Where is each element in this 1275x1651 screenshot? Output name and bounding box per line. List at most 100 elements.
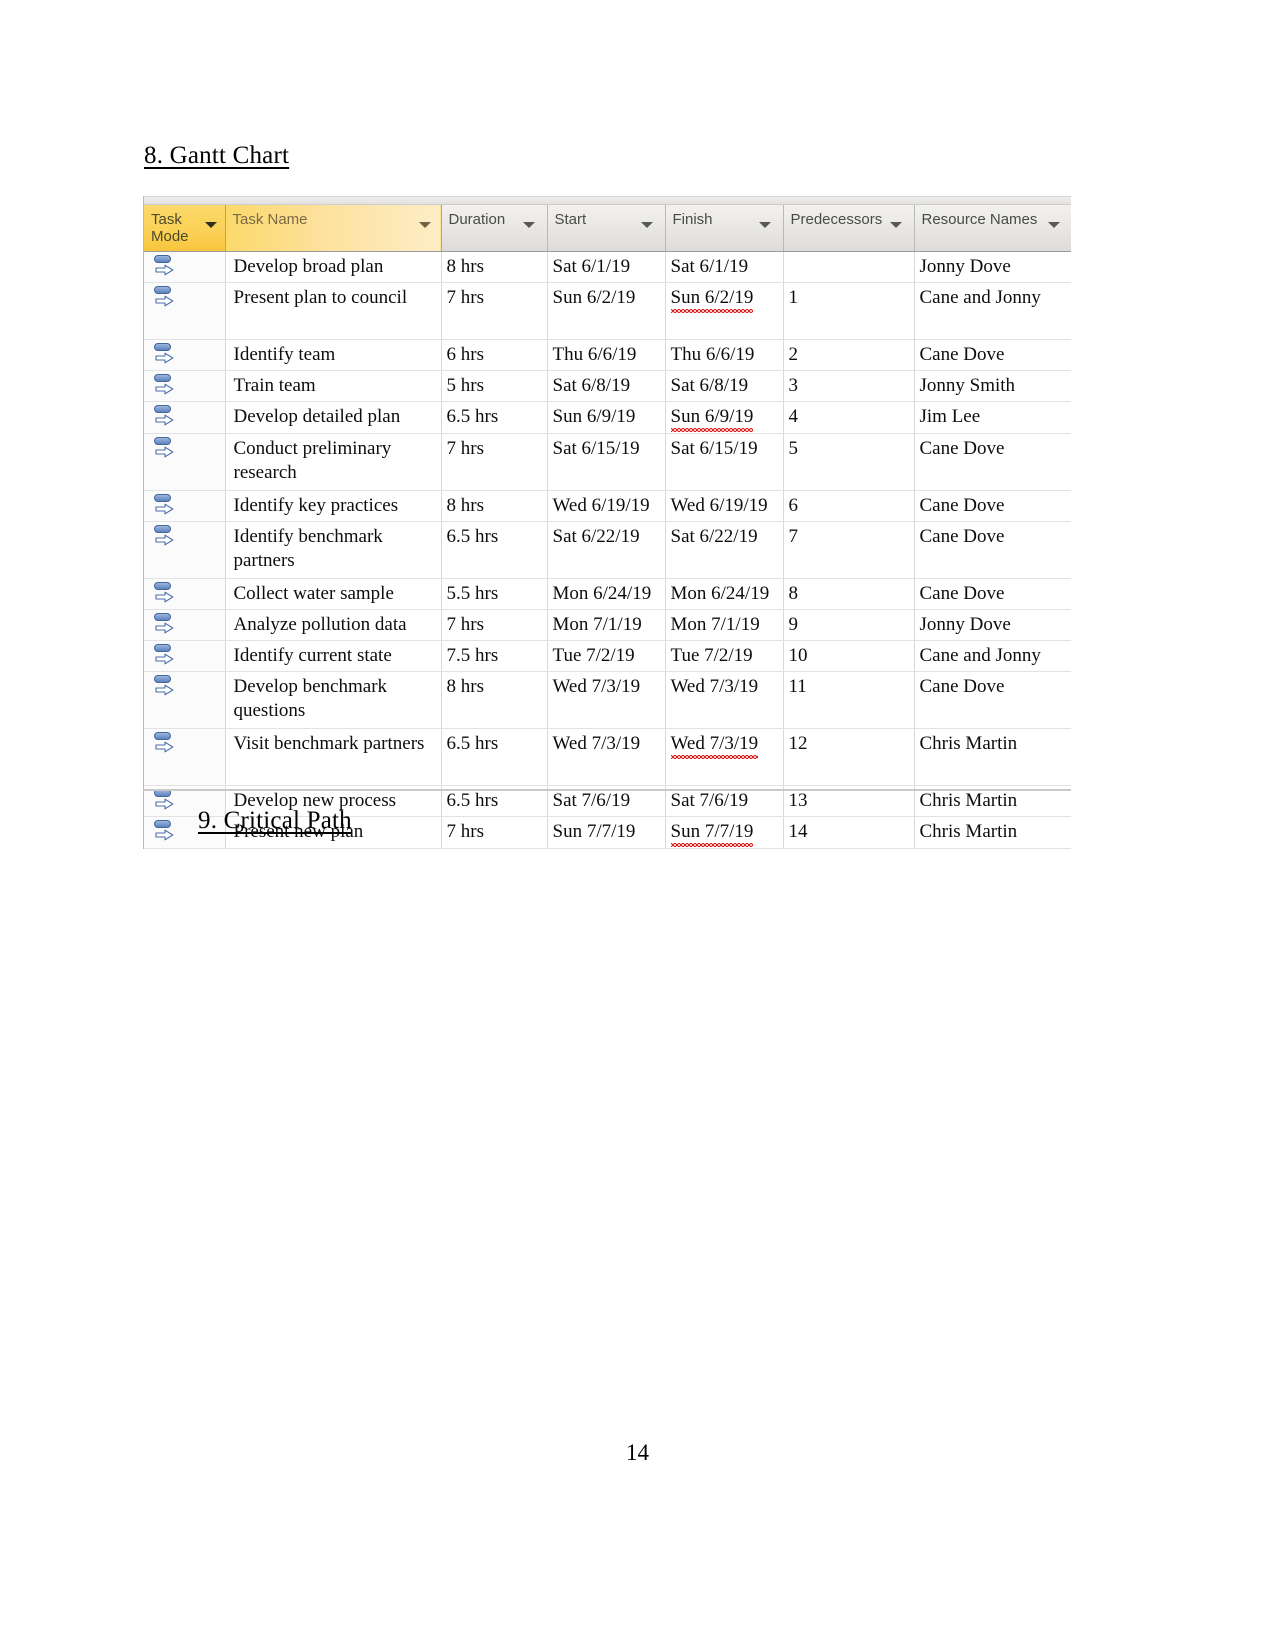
cell-duration[interactable]: 5.5 hrs <box>441 578 548 610</box>
cell-duration[interactable]: 7.5 hrs <box>441 640 548 672</box>
table-row[interactable]: Visit benchmark partners 6.5 hrs Wed 7/3/1… <box>144 728 1071 786</box>
cell-task-mode[interactable] <box>144 728 226 786</box>
cell-duration[interactable]: 7 hrs <box>441 816 548 849</box>
cell-task-name[interactable]: Identify current state <box>225 640 442 672</box>
cell-finish[interactable]: Wed 7/3/19 <box>665 728 784 786</box>
cell-finish[interactable]: Tue 7/2/19 <box>665 640 784 672</box>
cell-task-mode[interactable] <box>144 490 226 522</box>
cell-resource-names[interactable]: Chris Martin <box>914 728 1071 786</box>
table-row[interactable]: Develop broad plan 8 hrs Sat 6/1/19 Sat 6/1… <box>144 251 1071 283</box>
cell-finish[interactable]: Sun 7/7/19 <box>665 816 784 849</box>
cell-finish[interactable]: Thu 6/6/19 <box>665 339 784 371</box>
table-row[interactable]: Identify benchmark partners 6.5 hrs Sat 6/… <box>144 521 1071 579</box>
auto-scheduled-icon[interactable] <box>152 819 178 843</box>
cell-task-mode[interactable] <box>144 433 226 491</box>
cell-duration[interactable]: 8 hrs <box>441 490 548 522</box>
cell-start[interactable]: Wed 7/3/19 <box>547 728 666 786</box>
cell-resource-names[interactable]: Cane Dove <box>914 521 1071 579</box>
cell-resource-names[interactable]: Jonny Smith <box>914 370 1071 402</box>
table-row[interactable]: Identify current state 7.5 hrs Tue 7/2/19 T… <box>144 640 1071 672</box>
cell-start[interactable]: Tue 7/2/19 <box>547 640 666 672</box>
cell-task-mode[interactable] <box>144 521 226 579</box>
cell-predecessors[interactable]: 8 <box>783 578 915 610</box>
cell-task-mode[interactable] <box>144 401 226 434</box>
cell-duration[interactable]: 6 hrs <box>441 339 548 371</box>
cell-resource-names[interactable]: Cane Dove <box>914 671 1071 729</box>
cell-resource-names[interactable]: Cane and Jonny <box>914 640 1071 672</box>
cell-task-name[interactable]: Present plan to council <box>225 282 442 340</box>
chevron-down-icon[interactable] <box>418 222 431 228</box>
cell-start[interactable]: Sun 7/7/19 <box>547 816 666 849</box>
auto-scheduled-icon[interactable] <box>152 373 178 397</box>
cell-start[interactable]: Sat 6/22/19 <box>547 521 666 579</box>
cell-duration[interactable]: 7 hrs <box>441 609 548 641</box>
cell-start[interactable]: Wed 6/19/19 <box>547 490 666 522</box>
cell-finish[interactable]: Sun 6/9/19 <box>665 401 784 434</box>
auto-scheduled-icon[interactable] <box>152 342 178 366</box>
cell-predecessors[interactable]: 2 <box>783 339 915 371</box>
cell-task-name[interactable]: Develop detailed plan <box>225 401 442 434</box>
cell-task-mode[interactable] <box>144 609 226 641</box>
cell-finish[interactable]: Wed 7/3/19 <box>665 671 784 729</box>
cell-predecessors[interactable]: 6 <box>783 490 915 522</box>
cell-predecessors[interactable]: 7 <box>783 521 915 579</box>
cell-task-name[interactable]: Train team <box>225 370 442 402</box>
cell-finish[interactable]: Sat 6/15/19 <box>665 433 784 491</box>
ms-project-task-table[interactable]: Task Mode Task Name Duration Start Finis… <box>143 196 1071 849</box>
cell-resource-names[interactable]: Jonny Dove <box>914 251 1071 283</box>
auto-scheduled-icon[interactable] <box>152 731 178 755</box>
cell-predecessors[interactable]: 10 <box>783 640 915 672</box>
cell-resource-names[interactable]: Cane Dove <box>914 578 1071 610</box>
cell-finish[interactable]: Mon 6/24/19 <box>665 578 784 610</box>
cell-start[interactable]: Sat 6/15/19 <box>547 433 666 491</box>
table-row[interactable]: Present plan to council 7 hrs Sun 6/2/19 Su… <box>144 282 1071 340</box>
cell-predecessors[interactable]: 5 <box>783 433 915 491</box>
cell-predecessors[interactable]: 11 <box>783 671 915 729</box>
cell-task-name[interactable]: Identify team <box>225 339 442 371</box>
cell-finish[interactable]: Mon 7/1/19 <box>665 609 784 641</box>
cell-task-name[interactable]: Identify key practices <box>225 490 442 522</box>
cell-task-name[interactable]: Visit benchmark partners <box>225 728 442 786</box>
cell-duration[interactable]: 5 hrs <box>441 370 548 402</box>
cell-task-name[interactable]: Develop broad plan <box>225 251 442 283</box>
cell-start[interactable]: Sat 6/8/19 <box>547 370 666 402</box>
cell-duration[interactable]: 6.5 hrs <box>441 401 548 434</box>
cell-resource-names[interactable]: Cane Dove <box>914 433 1071 491</box>
cell-predecessors[interactable]: 9 <box>783 609 915 641</box>
cell-predecessors[interactable]: 14 <box>783 816 915 849</box>
auto-scheduled-icon[interactable] <box>152 436 178 460</box>
chevron-down-icon[interactable] <box>640 222 653 228</box>
cell-duration[interactable]: 6.5 hrs <box>441 521 548 579</box>
column-header-finish[interactable]: Finish <box>665 205 784 252</box>
cell-start[interactable]: Sun 6/9/19 <box>547 401 666 434</box>
cell-task-mode[interactable] <box>144 370 226 402</box>
chevron-down-icon[interactable] <box>522 222 535 228</box>
cell-task-name[interactable]: Identify benchmark partners <box>225 521 442 579</box>
chevron-down-icon[interactable] <box>1047 222 1060 228</box>
cell-duration[interactable]: 8 hrs <box>441 671 548 729</box>
cell-task-name[interactable]: Collect water sample <box>225 578 442 610</box>
cell-task-name[interactable]: Analyze pollution data <box>225 609 442 641</box>
auto-scheduled-icon[interactable] <box>152 643 178 667</box>
cell-start[interactable]: Mon 6/24/19 <box>547 578 666 610</box>
cell-start[interactable]: Sun 6/2/19 <box>547 282 666 340</box>
cell-task-mode[interactable] <box>144 251 226 283</box>
chevron-down-icon[interactable] <box>758 222 771 228</box>
chevron-down-icon[interactable] <box>204 222 217 228</box>
auto-scheduled-icon[interactable] <box>152 285 178 309</box>
cell-resource-names[interactable]: Jonny Dove <box>914 609 1071 641</box>
cell-start[interactable]: Sat 6/1/19 <box>547 251 666 283</box>
cell-duration[interactable]: 8 hrs <box>441 251 548 283</box>
auto-scheduled-icon[interactable] <box>152 254 178 278</box>
cell-task-mode[interactable] <box>144 339 226 371</box>
cell-predecessors[interactable] <box>783 251 915 283</box>
cell-start[interactable]: Thu 6/6/19 <box>547 339 666 371</box>
column-header-resource-names[interactable]: Resource Names <box>914 205 1071 252</box>
auto-scheduled-icon[interactable] <box>152 612 178 636</box>
column-header-task-name[interactable]: Task Name <box>225 205 442 252</box>
column-header-predecessors[interactable]: Predecessors <box>783 205 915 252</box>
cell-predecessors[interactable]: 3 <box>783 370 915 402</box>
cell-resource-names[interactable]: Cane and Jonny <box>914 282 1071 340</box>
cell-finish[interactable]: Sat 6/8/19 <box>665 370 784 402</box>
chevron-down-icon[interactable] <box>889 222 902 228</box>
